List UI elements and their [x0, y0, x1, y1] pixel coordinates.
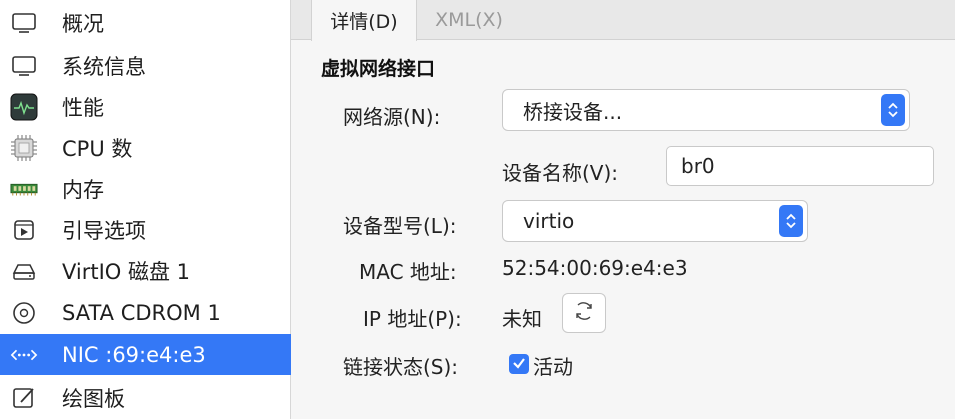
link-state-label: 链接状态(S): [343, 355, 459, 379]
chevron-up-down-icon [779, 205, 803, 237]
chevron-up-down-icon [881, 94, 905, 126]
sidebar-item-label: 绘图板 [62, 386, 125, 411]
sidebar-item-label: 引导选项 [62, 218, 146, 243]
sidebar-item-nic[interactable]: NIC :69:e4:e3 [0, 334, 291, 375]
sidebar-item-boot-options[interactable]: 引导选项 [0, 209, 291, 250]
sidebar-item-label: SATA CDROM 1 [62, 300, 221, 325]
monitor-icon [10, 53, 38, 79]
sidebar-item-performance[interactable]: 性能 [0, 86, 291, 127]
ip-address-value: 未知 [502, 307, 542, 331]
sidebar-item-memory[interactable]: 内存 [0, 168, 291, 209]
performance-icon [10, 93, 38, 121]
section-title: 虚拟网络接口 [321, 58, 436, 80]
memory-icon [10, 176, 38, 202]
sidebar-item-label: 内存 [62, 177, 104, 202]
tab-bar: 详情(D) XML(X) [291, 0, 955, 41]
link-state-checkbox[interactable] [509, 354, 529, 374]
boot-icon [10, 217, 38, 243]
link-state-value: 活动 [533, 355, 573, 379]
sidebar-item-label: 系统信息 [62, 54, 146, 79]
monitor-icon [10, 10, 38, 36]
sidebar-item-virtio-disk[interactable]: VirtIO 磁盘 1 [0, 250, 291, 291]
tablet-icon [10, 385, 38, 411]
mac-address-label: MAC 地址: [359, 260, 457, 284]
network-source-select[interactable]: 桥接设备... [502, 89, 910, 131]
sidebar-item-overview[interactable]: 概况 [0, 2, 291, 43]
device-sidebar: 概况 系统信息 性能 CPU 数 内存 引导选项 VirtIO 磁盘 1 SAT… [0, 0, 291, 419]
mac-address-value: 52:54:00:69:e4:e3 [502, 256, 688, 280]
refresh-ip-button[interactable] [562, 293, 606, 333]
details-panel: 详情(D) XML(X) 虚拟网络接口 网络源(N): 桥接设备... 设备名称… [291, 0, 955, 419]
network-icon [10, 342, 38, 368]
sidebar-item-label: 概况 [62, 11, 104, 36]
network-source-label: 网络源(N): [343, 105, 441, 129]
tab-details[interactable]: 详情(D) [311, 0, 417, 41]
disk-icon [10, 258, 38, 284]
device-name-field[interactable]: br0 [666, 146, 934, 186]
sidebar-item-label: NIC :69:e4:e3 [62, 342, 206, 367]
checkmark-icon [512, 355, 526, 374]
device-model-label: 设备型号(L): [343, 214, 457, 238]
device-name-value: br0 [681, 154, 715, 178]
network-source-value: 桥接设备... [523, 99, 623, 124]
device-model-value: virtio [523, 209, 575, 233]
sidebar-item-cpus[interactable]: CPU 数 [0, 127, 291, 168]
sidebar-item-label: VirtIO 磁盘 1 [62, 259, 191, 284]
sidebar-item-tablet[interactable]: 绘图板 [0, 377, 291, 418]
device-model-select[interactable]: virtio [502, 200, 808, 242]
sidebar-item-system-info[interactable]: 系统信息 [0, 45, 291, 86]
device-name-label: 设备名称(V): [502, 161, 619, 185]
ip-address-label: IP 地址(P): [363, 307, 462, 331]
tab-xml[interactable]: XML(X) [419, 0, 519, 40]
refresh-icon [572, 299, 596, 327]
cdrom-icon [10, 300, 38, 326]
sidebar-item-label: 性能 [62, 95, 104, 120]
sidebar-item-label: CPU 数 [62, 136, 133, 161]
sidebar-item-sata-cdrom[interactable]: SATA CDROM 1 [0, 292, 291, 333]
cpu-icon [10, 135, 38, 161]
